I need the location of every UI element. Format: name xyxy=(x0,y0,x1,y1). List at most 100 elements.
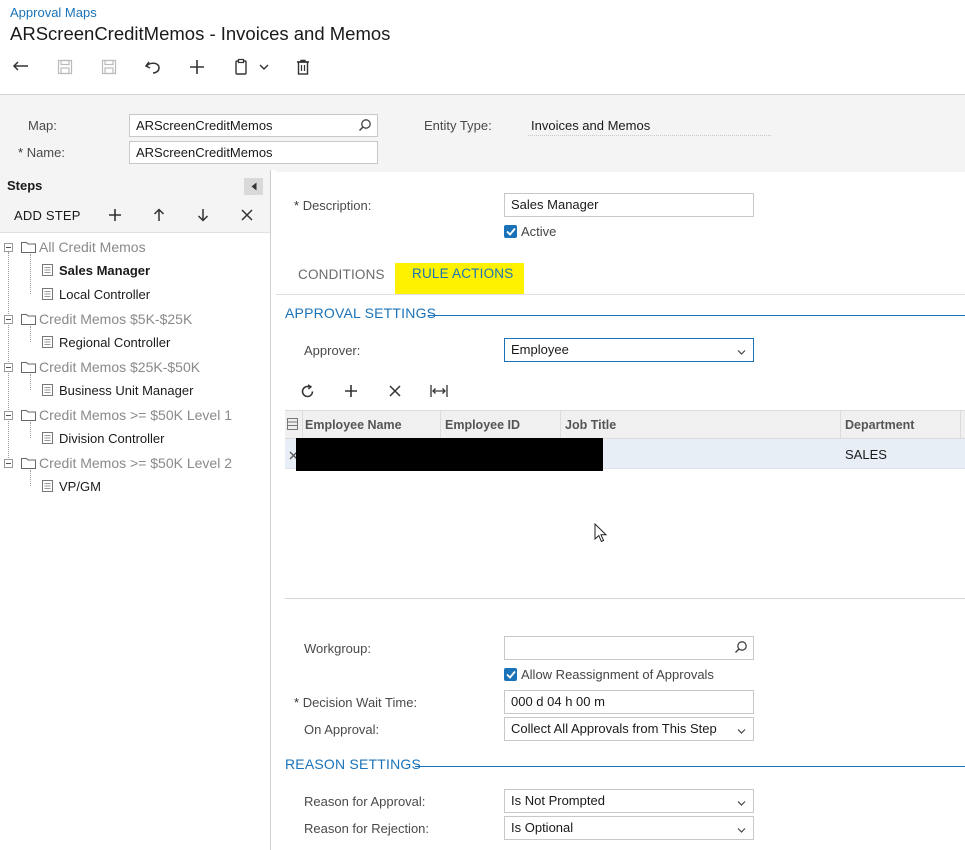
reason-approval-value: Is Not Prompted xyxy=(511,793,605,808)
column-separator xyxy=(840,411,841,439)
tree-item-sales-manager[interactable]: Sales Manager xyxy=(59,263,150,278)
allow-reassignment-label: Allow Reassignment of Approvals xyxy=(521,667,714,682)
tree-item-division-controller[interactable]: Division Controller xyxy=(59,431,164,446)
section-divider xyxy=(428,315,965,316)
redacted-area xyxy=(296,438,603,471)
folder-icon xyxy=(21,242,36,253)
steps-title: Steps xyxy=(7,178,43,193)
tree-item-local-controller[interactable]: Local Controller xyxy=(59,287,150,302)
active-checkbox[interactable] xyxy=(504,225,517,238)
collapse-node-icon[interactable] xyxy=(4,459,13,468)
breadcrumb[interactable]: Approval Maps xyxy=(10,5,97,20)
tree-connector xyxy=(8,252,9,468)
reason-settings-heading: REASON SETTINGS xyxy=(285,756,422,772)
tree-group-all-credit-memos[interactable]: All Credit Memos xyxy=(39,239,146,255)
reason-approval-select[interactable]: Is Not Prompted xyxy=(504,789,754,813)
entity-type-value: Invoices and Memos xyxy=(531,118,651,133)
allow-reassignment-checkbox[interactable] xyxy=(504,668,517,681)
fit-columns-icon[interactable] xyxy=(428,381,450,401)
delete-row-icon[interactable] xyxy=(384,381,406,401)
approval-settings-heading: APPROVAL SETTINGS xyxy=(285,305,437,321)
add-row-icon[interactable] xyxy=(340,381,362,401)
workgroup-label: Workgroup: xyxy=(304,641,371,656)
document-icon xyxy=(42,288,53,300)
cancel-icon[interactable] xyxy=(141,55,165,79)
tree-group-credit-memos-5k-25k[interactable]: Credit Memos $5K-$25K xyxy=(39,311,192,327)
folder-icon xyxy=(21,314,36,325)
reason-rejection-value: Is Optional xyxy=(511,820,574,835)
document-icon xyxy=(42,480,53,492)
tree-connector xyxy=(30,254,31,294)
column-chooser-icon[interactable] xyxy=(287,418,298,433)
tree-item-vp-gm[interactable]: VP/GM xyxy=(59,479,101,494)
collapse-node-icon[interactable] xyxy=(4,363,13,372)
tab-conditions[interactable]: CONDITIONS xyxy=(298,267,385,282)
undo-arrow-icon[interactable] xyxy=(9,55,33,79)
refresh-icon[interactable] xyxy=(296,381,318,401)
grid-header: Employee Name Employee ID Job Title Depa… xyxy=(285,410,965,439)
reason-approval-label: Reason for Approval: xyxy=(304,794,426,809)
add-icon[interactable] xyxy=(105,205,125,225)
arrow-down-icon[interactable] xyxy=(193,205,213,225)
column-employee-name[interactable]: Employee Name xyxy=(305,418,402,432)
map-selector[interactable]: ARScreenCreditMemos xyxy=(129,114,378,137)
document-icon xyxy=(42,336,53,348)
approver-value: Employee xyxy=(511,342,569,357)
delete-icon[interactable] xyxy=(291,55,315,79)
active-label: Active xyxy=(521,224,557,239)
chevron-down-icon[interactable] xyxy=(254,55,274,79)
description-label: * Description: xyxy=(294,198,372,213)
tree-group-credit-memos-50k-level-1[interactable]: Credit Memos >= $50K Level 1 xyxy=(39,407,232,423)
entity-type-label: Entity Type: xyxy=(424,118,492,133)
description-field[interactable]: Sales Manager xyxy=(504,193,754,217)
arrow-up-icon[interactable] xyxy=(149,205,169,225)
document-icon xyxy=(42,432,53,444)
collapse-node-icon[interactable] xyxy=(4,411,13,420)
search-icon[interactable] xyxy=(358,118,372,135)
column-separator xyxy=(302,411,303,439)
copy-paste-icon[interactable] xyxy=(229,55,253,79)
collapse-node-icon[interactable] xyxy=(4,243,13,252)
name-label: * Name: xyxy=(18,145,65,160)
approver-label: Approver: xyxy=(304,343,361,358)
reason-rejection-label: Reason for Rejection: xyxy=(304,821,430,836)
folder-icon xyxy=(21,458,36,469)
save-close-icon[interactable] xyxy=(53,55,77,79)
steps-panel: Steps ADD STEP All Credit Memos Sales Ma… xyxy=(0,170,271,850)
tab-rule-actions[interactable]: RULE ACTIONS xyxy=(412,266,513,281)
on-approval-value: Collect All Approvals from This Step xyxy=(511,721,717,736)
chevron-down-icon xyxy=(737,823,746,837)
required-mark: * xyxy=(18,145,24,160)
collapse-node-icon[interactable] xyxy=(4,315,13,324)
chevron-down-icon xyxy=(737,345,746,359)
name-field[interactable]: ARScreenCreditMemos xyxy=(129,141,378,164)
column-employee-id[interactable]: Employee ID xyxy=(445,418,520,432)
tree-group-credit-memos-50k-level-2[interactable]: Credit Memos >= $50K Level 2 xyxy=(39,455,232,471)
cell-department[interactable]: SALES xyxy=(845,447,887,462)
column-separator xyxy=(960,411,961,439)
column-department[interactable]: Department xyxy=(845,418,914,432)
description-value: Sales Manager xyxy=(511,197,599,212)
section-divider xyxy=(415,766,965,767)
collapse-panel-button[interactable] xyxy=(244,178,263,195)
reason-rejection-select[interactable]: Is Optional xyxy=(504,816,754,840)
save-icon[interactable] xyxy=(97,55,121,79)
page-title: ARScreenCreditMemos - Invoices and Memos xyxy=(10,23,391,44)
close-icon[interactable] xyxy=(237,205,257,225)
tree-item-business-unit-manager[interactable]: Business Unit Manager xyxy=(59,383,193,398)
add-icon[interactable] xyxy=(185,55,209,79)
search-icon[interactable] xyxy=(734,640,748,657)
tree-group-credit-memos-25k-50k[interactable]: Credit Memos $25K-$50K xyxy=(39,359,200,375)
tree-item-regional-controller[interactable]: Regional Controller xyxy=(59,335,170,350)
column-job-title[interactable]: Job Title xyxy=(565,418,616,432)
decision-wait-field[interactable]: 000 d 04 h 00 m xyxy=(504,690,754,714)
folder-icon xyxy=(21,410,36,421)
on-approval-label: On Approval: xyxy=(304,722,380,737)
approver-select[interactable]: Employee xyxy=(504,338,754,362)
add-step-button[interactable]: ADD STEP xyxy=(14,208,81,223)
document-icon xyxy=(42,264,53,276)
workgroup-selector[interactable] xyxy=(504,636,754,660)
folder-icon xyxy=(21,362,36,373)
on-approval-select[interactable]: Collect All Approvals from This Step xyxy=(504,717,754,741)
column-separator xyxy=(440,411,441,439)
